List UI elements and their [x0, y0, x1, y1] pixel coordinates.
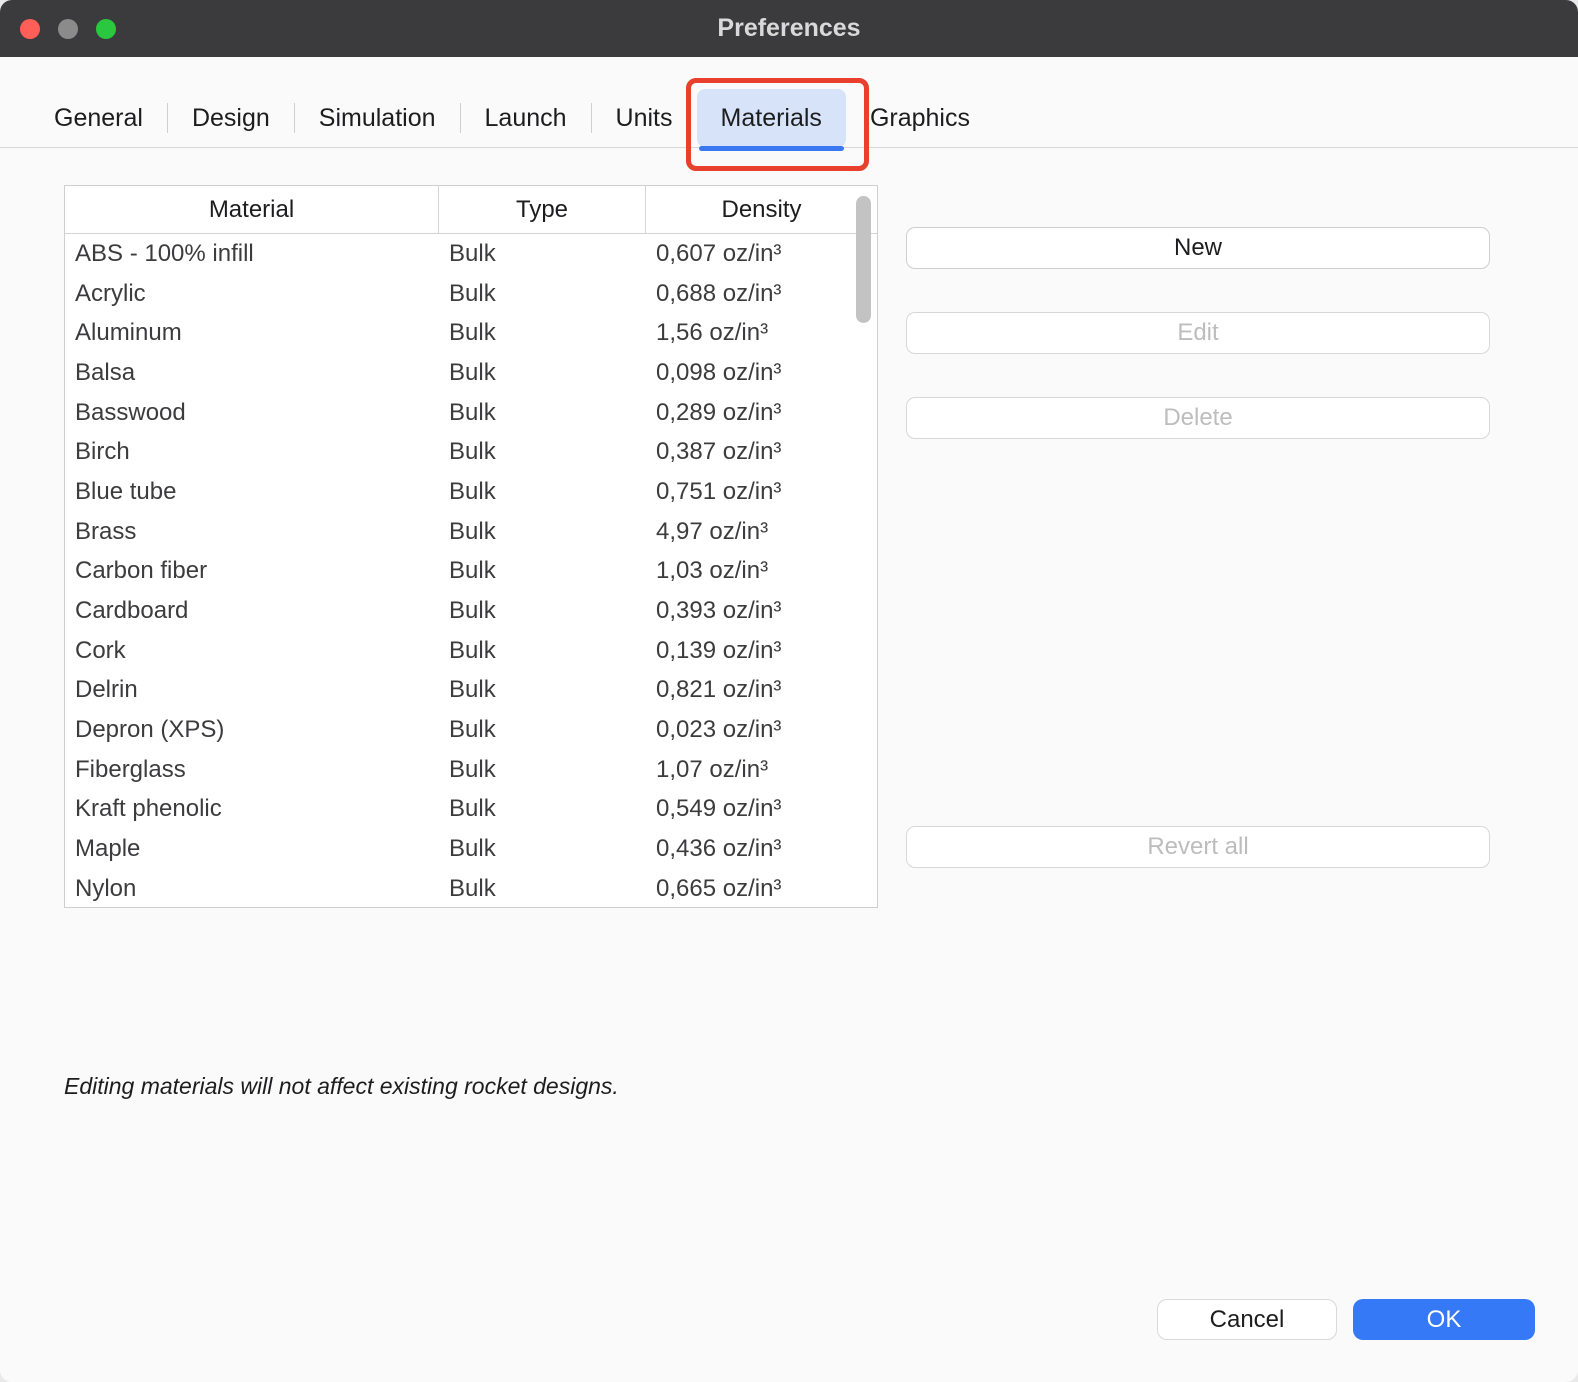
revert-all-button[interactable]: Revert all [906, 826, 1490, 868]
ok-button[interactable]: OK [1353, 1299, 1535, 1340]
cell-type: Bulk [439, 750, 646, 790]
cell-material: Maple [65, 829, 439, 869]
table-row[interactable]: Kraft phenolicBulk0,549 oz/in³ [65, 790, 877, 830]
tab-units[interactable]: Units [592, 89, 697, 147]
cell-density: 0,436 oz/in³ [646, 829, 877, 869]
table-row[interactable]: Blue tubeBulk0,751 oz/in³ [65, 472, 877, 512]
cell-density: 0,387 oz/in³ [646, 432, 877, 472]
cell-material: Cork [65, 631, 439, 671]
column-header-material: Material [65, 186, 439, 233]
close-icon[interactable] [20, 19, 40, 39]
cell-type: Bulk [439, 710, 646, 750]
table-row[interactable]: ABS - 100% infillBulk0,607 oz/in³ [65, 234, 877, 274]
cell-type: Bulk [439, 591, 646, 631]
cell-density: 0,688 oz/in³ [646, 274, 877, 314]
table-row[interactable]: BirchBulk0,387 oz/in³ [65, 432, 877, 472]
cell-material: Blue tube [65, 472, 439, 512]
traffic-lights [20, 0, 116, 57]
tab-general[interactable]: General [30, 89, 167, 147]
window-title: Preferences [717, 14, 860, 43]
cell-type: Bulk [439, 790, 646, 830]
tab-bar: General Design Simulation Launch Units M… [0, 57, 1578, 148]
edit-button[interactable]: Edit [906, 312, 1490, 354]
table-row[interactable]: BrassBulk4,97 oz/in³ [65, 512, 877, 552]
cell-type: Bulk [439, 869, 646, 908]
cell-density: 4,97 oz/in³ [646, 512, 877, 552]
cell-density: 0,289 oz/in³ [646, 393, 877, 433]
table-row[interactable]: FiberglassBulk1,07 oz/in³ [65, 750, 877, 790]
cell-type: Bulk [439, 393, 646, 433]
cell-material: Carbon fiber [65, 552, 439, 592]
cell-density: 1,03 oz/in³ [646, 552, 877, 592]
cell-density: 0,023 oz/in³ [646, 710, 877, 750]
cell-density: 1,07 oz/in³ [646, 750, 877, 790]
table-header: Material Type Density [65, 186, 877, 234]
cell-material: Birch [65, 432, 439, 472]
table-row[interactable]: DelrinBulk0,821 oz/in³ [65, 671, 877, 711]
cell-density: 0,665 oz/in³ [646, 869, 877, 908]
table-row[interactable]: AluminumBulk1,56 oz/in³ [65, 313, 877, 353]
delete-button[interactable]: Delete [906, 397, 1490, 439]
cell-material: Balsa [65, 353, 439, 393]
table-row[interactable]: CardboardBulk0,393 oz/in³ [65, 591, 877, 631]
cell-material: Acrylic [65, 274, 439, 314]
tab-design[interactable]: Design [168, 89, 294, 147]
materials-note: Editing materials will not affect existi… [64, 1073, 619, 1100]
materials-table: Material Type Density ABS - 100% infillB… [64, 185, 878, 908]
cell-material: Fiberglass [65, 750, 439, 790]
cell-material: ABS - 100% infill [65, 234, 439, 274]
cell-type: Bulk [439, 353, 646, 393]
cell-type: Bulk [439, 313, 646, 353]
cell-material: Brass [65, 512, 439, 552]
cell-density: 0,751 oz/in³ [646, 472, 877, 512]
cell-density: 0,098 oz/in³ [646, 353, 877, 393]
cell-density: 1,56 oz/in³ [646, 313, 877, 353]
cell-material: Aluminum [65, 313, 439, 353]
cancel-button[interactable]: Cancel [1157, 1299, 1337, 1340]
cell-type: Bulk [439, 472, 646, 512]
cell-density: 0,821 oz/in³ [646, 671, 877, 711]
preferences-window: Preferences General Design Simulation La… [0, 0, 1578, 1382]
cell-type: Bulk [439, 552, 646, 592]
cell-type: Bulk [439, 432, 646, 472]
cell-type: Bulk [439, 631, 646, 671]
table-row[interactable]: AcrylicBulk0,688 oz/in³ [65, 274, 877, 314]
table-row[interactable]: NylonBulk0,665 oz/in³ [65, 869, 877, 908]
tab-simulation[interactable]: Simulation [295, 89, 460, 147]
cell-material: Delrin [65, 671, 439, 711]
cell-density: 0,139 oz/in³ [646, 631, 877, 671]
cell-type: Bulk [439, 234, 646, 274]
table-row[interactable]: MapleBulk0,436 oz/in³ [65, 829, 877, 869]
cell-type: Bulk [439, 829, 646, 869]
column-header-type: Type [439, 186, 646, 233]
cell-material: Basswood [65, 393, 439, 433]
cell-type: Bulk [439, 671, 646, 711]
column-header-density: Density [646, 186, 877, 233]
minimize-icon[interactable] [58, 19, 78, 39]
table-body: ABS - 100% infillBulk0,607 oz/in³Acrylic… [65, 234, 877, 908]
cell-material: Kraft phenolic [65, 790, 439, 830]
cell-type: Bulk [439, 512, 646, 552]
cell-material: Depron (XPS) [65, 710, 439, 750]
new-button[interactable]: New [906, 227, 1490, 269]
zoom-icon[interactable] [96, 19, 116, 39]
table-row[interactable]: Depron (XPS)Bulk0,023 oz/in³ [65, 710, 877, 750]
table-row[interactable]: Carbon fiberBulk1,03 oz/in³ [65, 552, 877, 592]
titlebar: Preferences [0, 0, 1578, 57]
cell-material: Cardboard [65, 591, 439, 631]
cell-type: Bulk [439, 274, 646, 314]
cell-material: Nylon [65, 869, 439, 908]
tab-launch[interactable]: Launch [461, 89, 591, 147]
table-row[interactable]: CorkBulk0,139 oz/in³ [65, 631, 877, 671]
table-row[interactable]: BalsaBulk0,098 oz/in³ [65, 353, 877, 393]
cell-density: 0,393 oz/in³ [646, 591, 877, 631]
cell-density: 0,607 oz/in³ [646, 234, 877, 274]
cell-density: 0,549 oz/in³ [646, 790, 877, 830]
table-row[interactable]: BasswoodBulk0,289 oz/in³ [65, 393, 877, 433]
tab-materials[interactable]: Materials [697, 89, 846, 147]
vertical-scrollbar[interactable] [856, 196, 871, 323]
tab-graphics[interactable]: Graphics [846, 89, 994, 147]
